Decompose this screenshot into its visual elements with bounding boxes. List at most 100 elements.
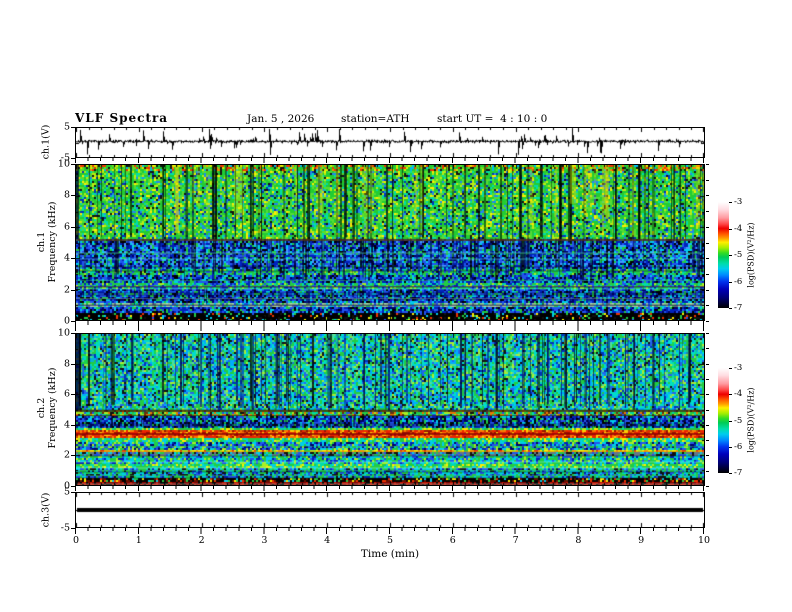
y-tick-mark-right <box>706 455 709 456</box>
y-tick-label: 0 <box>63 315 70 327</box>
x-tick-label: 2 <box>198 535 205 546</box>
y-tick-mark-right <box>706 364 709 365</box>
colorbar-tick-mark <box>729 368 732 369</box>
ch3-voltage-panel <box>75 492 705 528</box>
x-major-ticks <box>75 321 704 331</box>
y-tick-mark <box>71 364 75 365</box>
y-tick-mark <box>71 195 75 196</box>
ch2-spectrogram-panel <box>75 333 705 486</box>
y-tick-mark <box>71 394 75 395</box>
y-tick-label: 6 <box>63 388 70 400</box>
y-tick-mark-right <box>706 305 709 306</box>
ch1-spectrogram <box>76 165 704 320</box>
ch1-voltage-waveform <box>76 128 704 157</box>
x-major-ticks <box>75 158 704 163</box>
station-label: station=ATH <box>341 113 410 125</box>
colorbar-2 <box>718 368 729 473</box>
y-tick-mark-right <box>706 486 709 487</box>
y-tick-mark-right <box>706 425 709 426</box>
x-major-ticks <box>75 486 704 491</box>
y-tick-mark-right <box>706 164 709 165</box>
x-tick-label: 10 <box>697 535 711 546</box>
y-tick-label: -5 <box>60 522 70 534</box>
y-tick-mark-right <box>706 195 709 196</box>
y-tick-mark <box>71 486 75 487</box>
colorbar-tick-mark <box>729 308 732 309</box>
y-tick-mark <box>71 290 75 291</box>
colorbar-tick-label: -4 <box>734 389 743 400</box>
x-tick-label: 9 <box>638 535 645 546</box>
y-tick-mark-right <box>706 243 709 244</box>
colorbar-tick-mark <box>729 255 732 256</box>
colorbar-tick-label: -5 <box>734 415 743 426</box>
x-major-ticks <box>75 528 704 534</box>
colorbar-tick-mark <box>729 447 732 448</box>
y-tick-mark-right <box>706 348 709 349</box>
y-tick-mark-right <box>706 180 709 181</box>
y-tick-label: 8 <box>63 358 70 370</box>
y-tick-mark-right <box>706 227 709 228</box>
x-tick-label: 6 <box>449 535 456 546</box>
y-tick-mark-right <box>706 394 709 395</box>
colorbar-tick-label: -7 <box>734 468 743 478</box>
y-tick-mark-right <box>706 258 709 259</box>
colorbar-tick-mark <box>729 202 732 203</box>
colorbar-tick-label: -3 <box>734 363 743 373</box>
y-tick-mark-right <box>706 471 709 472</box>
y-tick-mark <box>71 333 75 334</box>
ch1-voltage-panel <box>75 127 705 158</box>
y-tick-mark <box>71 258 75 259</box>
ch2-spectrogram-axis-title: ch.2 Frequency (kHz) <box>36 368 58 449</box>
colorbar-tick-mark <box>729 229 732 230</box>
y-tick-mark-right <box>706 290 709 291</box>
y-tick-label: 4 <box>63 252 70 264</box>
ch2-spectrogram-axis-title-line2: Frequency (kHz) <box>47 367 58 449</box>
colorbar-tick-label: -6 <box>734 276 743 287</box>
ch3-voltage-trace <box>76 493 704 527</box>
figure-title: VLF Spectra <box>75 111 169 125</box>
x-tick-label: 7 <box>512 535 519 546</box>
colorbar-tick-mark <box>729 421 732 422</box>
colorbar-tick-label: -4 <box>734 223 743 234</box>
x-tick-label: 3 <box>261 535 268 546</box>
y-tick-mark <box>71 425 75 426</box>
ch3-voltage-axis-title: ch.3(V) <box>40 492 52 528</box>
x-tick-label: 5 <box>386 535 394 546</box>
colorbar-tick-label: -5 <box>734 250 743 260</box>
colorbar-tick-label: -6 <box>734 441 743 452</box>
colorbar-1-label: log(PSD)(V²/Hz) <box>746 222 756 288</box>
ch1-spectrogram-axis-title-line1: ch.1 <box>36 231 47 253</box>
y-tick-mark-right <box>706 274 709 275</box>
y-tick-label: 4 <box>63 419 70 431</box>
y-tick-mark-right <box>706 410 709 411</box>
y-tick-label: 2 <box>63 284 70 296</box>
colorbar-tick-label: -3 <box>734 197 743 207</box>
y-tick-mark <box>71 158 75 159</box>
x-tick-label: 0 <box>72 535 80 546</box>
colorbar-tick-mark <box>729 282 732 283</box>
y-tick-label: 6 <box>63 221 70 233</box>
y-tick-label: 10 <box>57 158 70 170</box>
y-tick-mark-right <box>706 321 709 322</box>
ch2-spectrogram-axis-title-line1: ch.2 <box>36 397 47 419</box>
y-tick-label: 5 <box>63 121 70 133</box>
y-tick-label: 2 <box>63 449 70 461</box>
y-tick-mark-right <box>706 333 709 334</box>
ch1-spectrogram-panel <box>75 164 705 321</box>
figure-date: Jan. 5 , 2026 <box>247 113 315 125</box>
y-tick-mark <box>71 455 75 456</box>
x-tick-label: 1 <box>135 535 142 546</box>
y-tick-mark <box>71 492 75 493</box>
colorbar-tick-mark <box>729 473 732 474</box>
ch2-spectrogram <box>76 334 704 485</box>
colorbar-1 <box>718 202 729 308</box>
x-tick-label: 8 <box>575 535 582 546</box>
start-ut-label: start UT = 4 : 10 : 0 <box>437 113 548 125</box>
x-tick-label: 4 <box>324 535 331 546</box>
y-tick-label: 5 <box>63 486 70 498</box>
y-tick-mark-right <box>706 440 709 441</box>
colorbar-2-label: log(PSD)(V²/Hz) <box>746 387 756 453</box>
y-tick-mark <box>71 164 75 165</box>
y-tick-label: 10 <box>57 327 70 339</box>
time-axis-label: Time (min) <box>360 548 420 560</box>
